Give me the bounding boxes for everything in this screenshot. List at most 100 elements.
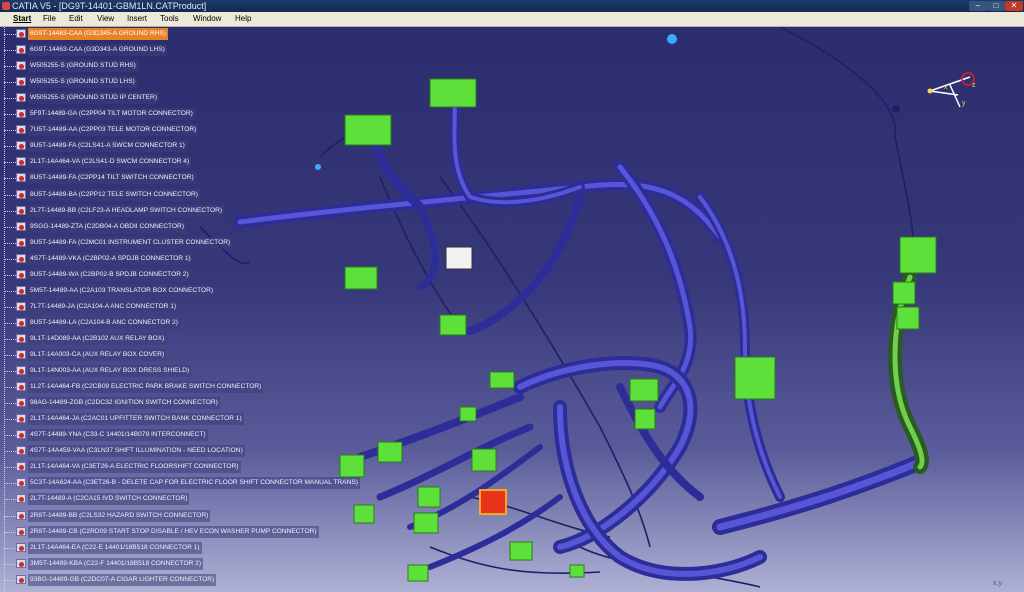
- connector-small-8[interactable]: [413, 512, 439, 534]
- tree-item[interactable]: 8U5T-14489-LA (C2A104-B ANC CONNECTOR 2): [0, 316, 360, 329]
- connector-part-icon[interactable]: [16, 237, 26, 247]
- tree-item[interactable]: 6G9T-14463-CAA (G3D343-A GROUND LHS): [0, 44, 360, 57]
- tree-item[interactable]: 9SGG-14489-ZTA (C2DB04-A OBDII CONNECTOR…: [0, 220, 360, 233]
- connector-part-icon[interactable]: [16, 510, 26, 520]
- menu-help[interactable]: Help: [235, 12, 251, 26]
- tree-item-label[interactable]: 4S7T-14489-VKA (C2BP02-A SPDJB CONNECTOR…: [28, 252, 193, 265]
- maximize-button[interactable]: □: [987, 1, 1005, 11]
- connector-right-2[interactable]: [892, 281, 916, 305]
- tree-item[interactable]: 2R8T-14489-CB (C2RD09 START STOP DISABLE…: [0, 525, 360, 538]
- connector-part-icon[interactable]: [16, 269, 26, 279]
- connector-small-2[interactable]: [459, 406, 477, 422]
- tree-item-label[interactable]: 9U5T-14489-FA (C2MC01 INSTRUMENT CLUSTER…: [28, 236, 233, 249]
- tree-item-label[interactable]: 6G9T-14463-CAA (G3D345-A GROUND RHS): [28, 28, 168, 40]
- tree-item[interactable]: 9U5T-14489-FA (C2MC01 INSTRUMENT CLUSTER…: [0, 236, 360, 249]
- tree-item-label[interactable]: 6G9T-14463-CAA (G3D343-A GROUND LHS): [28, 44, 167, 57]
- highlighted-connector[interactable]: [479, 489, 507, 515]
- connector-right-1[interactable]: [899, 236, 937, 274]
- connector-part-icon[interactable]: [16, 205, 26, 215]
- tree-item[interactable]: 5M5T-14489-AA (C2A103 TRANSLATOR BOX CON…: [0, 284, 360, 297]
- connector-part-icon[interactable]: [16, 253, 26, 263]
- tree-item[interactable]: 8U5T-14489-BA (C2PP12 TELE SWITCH CONNEC…: [0, 188, 360, 201]
- tree-item-label[interactable]: 9SGG-14489-ZTA (C2DB04-A OBDII CONNECTOR…: [28, 220, 187, 233]
- menu-file[interactable]: File: [43, 12, 56, 26]
- tree-item[interactable]: 9L1T-14D089-AA (C2B102 AUX RELAY BOX): [0, 332, 360, 345]
- tree-item[interactable]: 4S7T-14A459-VAA (C3LN37 SHIFT ILLUMINATI…: [0, 445, 360, 458]
- tree-item-label[interactable]: 5C3T-14A624-AA (C3ET26-B - DELETE CAP FO…: [28, 477, 360, 490]
- tree-item[interactable]: 1L2T-14A464-FB (C2CB09 ELECTRIC PARK BRA…: [0, 381, 360, 394]
- tree-item-label[interactable]: 9U5T-14489-WA (C2BP02-B SPDJB CONNECTOR …: [28, 268, 191, 281]
- tree-item[interactable]: 7L7T-14489-JA (C2A104-A ANC CONNECTOR 1): [0, 300, 360, 313]
- menu-start[interactable]: Start: [13, 12, 31, 26]
- connector-part-icon[interactable]: [16, 285, 26, 295]
- tree-item-label[interactable]: 9L1T-14D089-AA (C2B102 AUX RELAY BOX): [28, 332, 167, 345]
- tree-item[interactable]: W505255-S (GROUND STUD RHS): [0, 60, 360, 73]
- tree-item[interactable]: 98AG-14489-ZGB (C2DC32 IGNITION SWITCH C…: [0, 397, 360, 410]
- tree-item-label[interactable]: W505255-S (GROUND STUD RHS): [28, 60, 138, 73]
- tree-item[interactable]: 2L1T-14A464-VA (C3ET26-A ELECTRIC FLOORS…: [0, 461, 360, 474]
- tree-item[interactable]: 2L1T-14A464-JA (C2AC01 UPFITTER SWITCH B…: [0, 413, 360, 426]
- connector-small-5[interactable]: [471, 448, 497, 472]
- tree-item-label[interactable]: 2L1T-14A464-VA (C3ET26-A ELECTRIC FLOORS…: [28, 461, 241, 474]
- menu-window[interactable]: Window: [193, 12, 221, 26]
- connector-part-icon[interactable]: [16, 124, 26, 135]
- 3d-viewport[interactable]: 6G9T-14463-CAA (G3D345-A GROUND RHS) 6G9T…: [0, 27, 1024, 592]
- connector-center-1[interactable]: [629, 378, 659, 402]
- tree-item-label[interactable]: 4S7T-14489-YNA (C33-C 14401/14B079 INTER…: [28, 429, 208, 442]
- tree-item[interactable]: 4S7T-14489-YNA (C33-C 14401/14B079 INTER…: [0, 429, 360, 442]
- connector-part-icon[interactable]: [16, 60, 26, 71]
- tree-item-label[interactable]: 8U5T-14489-FA (C2PP14 TILT SWITCH CONNEC…: [28, 172, 196, 185]
- tree-item[interactable]: 2L7T-14489-A (C2CA15 IVD SWITCH CONNECTO…: [0, 493, 360, 506]
- connector-part-icon[interactable]: [16, 574, 26, 584]
- connector-part-icon[interactable]: [16, 477, 26, 488]
- connector-part-icon[interactable]: [16, 301, 26, 311]
- connector-part-icon[interactable]: [16, 526, 26, 536]
- ground-stud-right[interactable]: [892, 105, 900, 113]
- tree-item[interactable]: 8U5T-14489-FA (C2PP14 TILT SWITCH CONNEC…: [0, 172, 360, 185]
- connector-part-icon[interactable]: [16, 28, 26, 38]
- connector-part-icon[interactable]: [16, 397, 26, 408]
- tree-item-label[interactable]: 4S7T-14A459-VAA (C3LN37 SHIFT ILLUMINATI…: [28, 445, 245, 458]
- connector-part-icon[interactable]: [16, 108, 26, 119]
- connector-right-3[interactable]: [896, 306, 920, 330]
- compass-icon[interactable]: x y z: [920, 65, 980, 115]
- tree-item[interactable]: 9L1T-14N003-AA (AUX RELAY BOX DRESS SHIE…: [0, 365, 360, 378]
- tree-item[interactable]: 9U5T-14489-FA (C2LS41-A SWCM CONNECTOR 1…: [0, 140, 360, 153]
- connector-part-icon[interactable]: [16, 140, 26, 151]
- connector-part-icon[interactable]: [16, 413, 26, 424]
- tree-item[interactable]: 5C3T-14A624-AA (C3ET26-B - DELETE CAP FO…: [0, 477, 360, 490]
- tree-item[interactable]: 2R8T-14489-BB (C2LS32 HAZARD SWITCH CONN…: [0, 509, 360, 522]
- connector-part-icon[interactable]: [16, 461, 26, 472]
- tree-item[interactable]: 3M5T-14489-KBA (C22-F 14401/18B518 CONNE…: [0, 557, 360, 570]
- white-connector[interactable]: [445, 246, 473, 270]
- tree-item-label[interactable]: W505255-S (GROUND STUD IP CENTER): [28, 92, 160, 105]
- ground-stud-top[interactable]: [667, 34, 677, 44]
- tree-item[interactable]: W505255-S (GROUND STUD LHS): [0, 76, 360, 89]
- tree-item-label[interactable]: 2L1T-14A464-JA (C2AC01 UPFITTER SWITCH B…: [28, 413, 244, 426]
- connector-part-icon[interactable]: [16, 365, 26, 376]
- tree-item[interactable]: 7U5T-14489-AA (C2PP03 TELE MOTOR CONNECT…: [0, 124, 360, 137]
- connector-small-3[interactable]: [377, 441, 403, 463]
- connector-small-1[interactable]: [489, 371, 515, 389]
- tree-item[interactable]: 9L1T-14A003-CA (AUX RELAY BOX COVER): [0, 349, 360, 361]
- tree-item[interactable]: 4S7T-14489-VKA (C2BP02-A SPDJB CONNECTOR…: [0, 252, 360, 265]
- tree-item[interactable]: 5F9T-14489-GA (C2PP04 TILT MOTOR CONNECT…: [0, 108, 360, 121]
- connector-center-2[interactable]: [634, 408, 656, 430]
- connector-small-11[interactable]: [569, 564, 585, 578]
- tree-item-label[interactable]: 5M5T-14489-AA (C2A103 TRANSLATOR BOX CON…: [28, 284, 216, 297]
- connector-part-icon[interactable]: [16, 92, 26, 103]
- connector-part-icon[interactable]: [16, 333, 26, 343]
- connector-part-icon[interactable]: [16, 317, 26, 327]
- connector-small-10[interactable]: [407, 564, 429, 582]
- connector-part-icon[interactable]: [16, 542, 26, 552]
- menu-insert[interactable]: Insert: [127, 12, 147, 26]
- connector-part-icon[interactable]: [16, 172, 26, 183]
- connector-mid[interactable]: [439, 314, 467, 336]
- tree-item[interactable]: W505255-S (GROUND STUD IP CENTER): [0, 92, 360, 105]
- tree-item-label[interactable]: 9U5T-14489-FA (C2LS41-A SWCM CONNECTOR 1…: [28, 140, 187, 153]
- tree-item[interactable]: 2L7T-14489-BB (C2LF23-A HEADLAMP SWITCH …: [0, 204, 360, 217]
- menu-view[interactable]: View: [97, 12, 114, 26]
- connector-part-icon[interactable]: [16, 429, 26, 440]
- connector-top[interactable]: [429, 78, 477, 108]
- tree-item-label[interactable]: 3M5T-14489-KBA (C22-F 14401/18B518 CONNE…: [28, 557, 204, 570]
